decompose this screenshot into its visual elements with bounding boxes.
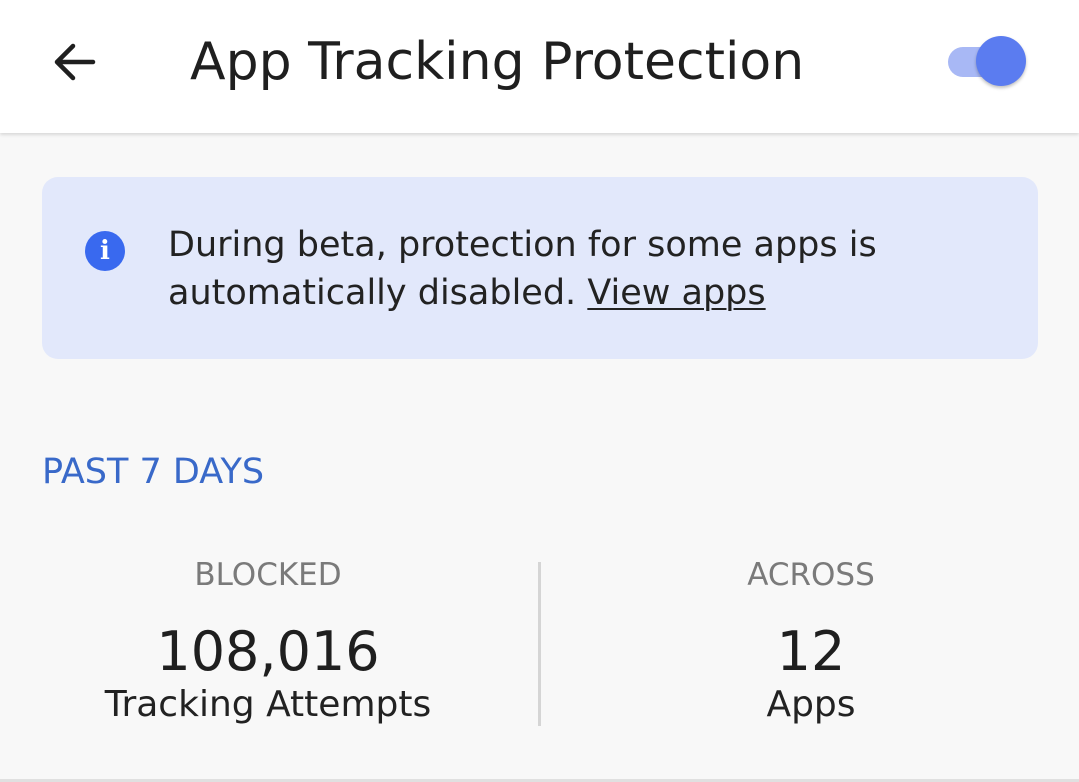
across-stat: ACROSS 12 Apps [581, 552, 1041, 730]
app-tracking-protection-toggle[interactable] [946, 33, 1030, 89]
stats-divider [538, 562, 541, 726]
arrow-left-icon [54, 43, 96, 81]
blocked-count: 108,016 [156, 620, 380, 683]
app-bar: App Tracking Protection [0, 0, 1079, 133]
apps-count: 12 [776, 620, 846, 683]
across-label: ACROSS [747, 557, 875, 593]
beta-info-card: i During beta, protection for some apps … [42, 177, 1038, 359]
apps-caption: Apps [766, 684, 856, 725]
back-button[interactable] [40, 30, 108, 94]
page-title: App Tracking Protection [190, 32, 805, 92]
toggle-thumb [976, 36, 1026, 86]
beta-info-text: During beta, protection for some apps is… [168, 225, 877, 313]
view-apps-link[interactable]: View apps [587, 273, 765, 313]
blocked-caption: Tracking Attempts [104, 684, 432, 725]
blocked-stat: BLOCKED 108,016 Tracking Attempts [38, 552, 498, 730]
beta-info-message: During beta, protection for some apps is… [168, 221, 968, 317]
blocked-label: BLOCKED [194, 557, 342, 593]
info-icon: i [85, 231, 125, 271]
past-7-days-header: PAST 7 DAYS [42, 452, 265, 492]
